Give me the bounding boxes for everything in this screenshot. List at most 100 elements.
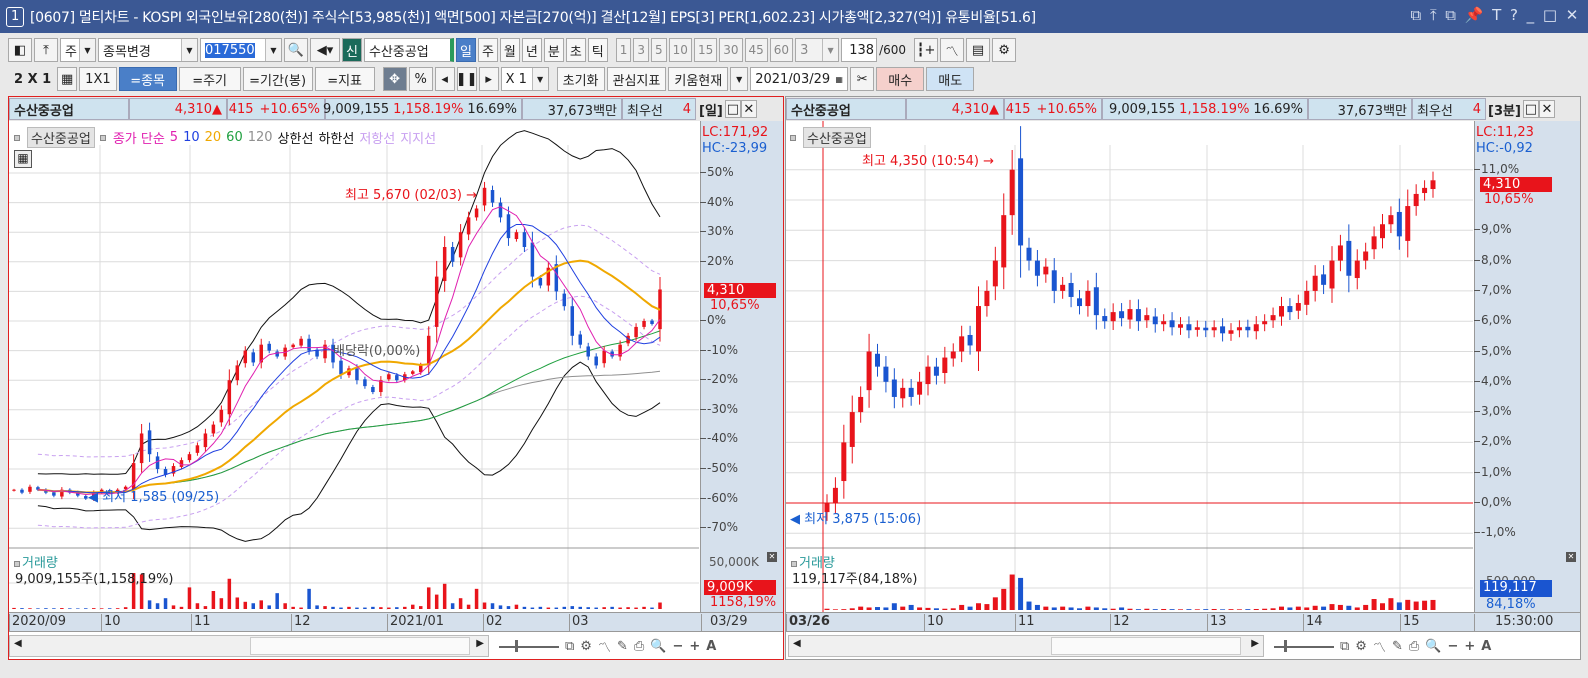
close-volume-icon[interactable]: ✕ [1566,552,1576,562]
candle [1321,274,1327,285]
candle [1304,290,1310,305]
low-annotation-text: 최저 3,875 (15:06) [804,512,922,527]
volume-bar [562,606,567,609]
legend-item[interactable]: 수산중공업 [27,127,95,148]
y-tick-label: -1,0% [1474,525,1516,539]
candle [1396,211,1402,237]
volume-bar [203,606,208,609]
candle [866,351,872,391]
candle [28,486,32,492]
candle [1363,251,1369,261]
volume-bar [1211,608,1217,610]
volume-bar [522,606,527,609]
volume-bar [1144,608,1150,610]
candle [1422,187,1428,194]
y-tick-label: -60% [700,491,738,505]
volume-bar [115,608,120,609]
lc-value: LC:11,23 [1476,125,1534,140]
volume-bar [403,606,407,609]
volume-bar [1371,599,1377,610]
candle [12,489,16,491]
y-tick-label: 5,0% [1474,344,1512,358]
current-price-box: 4,310 [1480,177,1552,192]
candle [203,433,208,448]
hc-value: HC:-23,99 [702,141,768,156]
candle [1312,275,1318,291]
volume-bar [1253,608,1259,610]
candle [875,353,880,367]
candle [227,380,232,415]
legend-item[interactable]: 종가 단순 [113,128,165,147]
candle [291,344,295,348]
candle [243,350,248,364]
candle [1026,247,1032,261]
volume-bar [1026,601,1032,610]
volume-bar [658,602,662,609]
volume-bar [52,608,56,609]
data-table-icon[interactable]: ▦ [14,150,32,168]
volume-bar [275,593,279,609]
volume-bar [12,607,16,609]
candle [490,190,495,203]
volume-bar [1321,606,1327,610]
legend-item[interactable]: 저항선 [359,128,395,147]
volume-bar [1228,609,1234,610]
candle [411,371,415,374]
candle [602,350,606,364]
candle [1203,327,1209,331]
candle [984,290,990,307]
candle [474,208,479,218]
volume-bar [1354,607,1360,610]
legend-marker [99,134,106,141]
close-volume-icon[interactable]: ✕ [767,552,777,562]
candle [586,346,590,357]
volume-bar [28,608,32,609]
legend-item[interactable]: 지지선 [400,128,436,147]
volume-bar [908,604,914,610]
volume-bar [530,607,535,609]
volume-bar [546,607,551,609]
candle [917,381,923,395]
candle [139,433,144,464]
volume-bar [1060,606,1066,610]
volume-bar [959,604,965,610]
candle [1413,193,1419,207]
volume-bar [514,604,519,609]
legend-item[interactable]: 20 [205,130,222,145]
volume-bar [1346,605,1352,610]
legend-item[interactable]: 상한선 [278,128,314,147]
volume-bar [1388,598,1394,610]
volume-box-pct: 84,18% [1486,597,1536,612]
volume-bar [1194,609,1200,610]
legend-item[interactable]: 수산중공업 [803,127,871,148]
y-tick-label: 40% [700,195,734,209]
candle [1388,215,1394,225]
volume-bar [171,605,176,609]
upper-band-line [37,130,661,475]
volume-bar [634,607,638,609]
candle [498,202,503,218]
volume-bar [570,606,575,609]
legend-item[interactable]: 120 [248,130,273,145]
current-price-pct: 10,65% [710,298,760,313]
volume-bar [942,608,948,610]
high-annotation-text: 최고 4,350 (10:54) [862,154,980,169]
volume-bar [506,606,511,609]
candle [522,232,527,247]
candle [434,276,439,327]
high-annotation: 최고 5,670 (02/03) → [345,188,478,203]
candle [195,445,200,453]
candle [967,334,973,346]
legend-item[interactable]: 5 [170,130,178,145]
candle [339,360,343,375]
candle [849,412,855,447]
y-tick-label: 20% [700,254,734,268]
candle [219,409,224,423]
legend-item[interactable]: 하한선 [318,128,354,147]
volume-bar [1270,608,1276,610]
legend-item[interactable]: 60 [226,130,243,145]
candle [1270,315,1276,321]
candle [976,306,981,352]
y-tick-label: 30% [700,224,734,238]
legend-item[interactable]: 10 [183,130,200,145]
